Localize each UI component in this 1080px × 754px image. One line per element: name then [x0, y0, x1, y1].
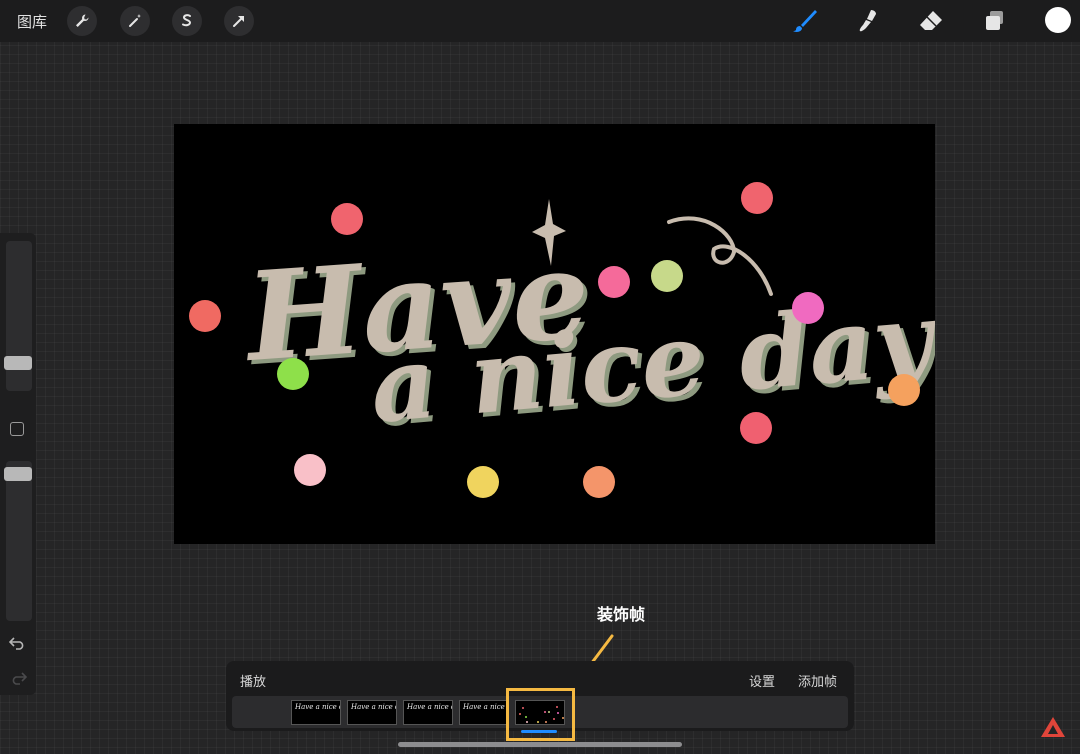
- frame-text: Have a nice day: [295, 703, 340, 711]
- selection-icon[interactable]: [172, 6, 202, 36]
- add-frame-button[interactable]: 添加帧: [798, 671, 837, 690]
- decoration-dot: [294, 454, 326, 486]
- home-indicator[interactable]: [398, 742, 682, 747]
- procreate-logo-icon: [1041, 717, 1065, 737]
- frame-thumbnail[interactable]: Have a nice day: [403, 700, 453, 725]
- eraser-icon[interactable]: [915, 6, 947, 36]
- flourish-icon: [667, 216, 773, 296]
- drawing-canvas[interactable]: Have Have a nice day a nice day: [174, 124, 935, 544]
- opacity-handle[interactable]: [4, 467, 32, 481]
- gallery-button[interactable]: 图库: [17, 11, 47, 32]
- color-picker[interactable]: [1045, 7, 1071, 33]
- decoration-dot: [740, 412, 772, 444]
- opacity-slider[interactable]: [6, 461, 32, 621]
- frame-thumbnail[interactable]: Have a nice day: [347, 700, 397, 725]
- play-button[interactable]: 播放: [240, 671, 266, 690]
- smudge-icon[interactable]: [852, 6, 884, 36]
- frame-text: Have a nice day: [463, 703, 508, 711]
- decoration-dot: [189, 300, 221, 332]
- decoration-dot: [583, 466, 615, 498]
- wrench-icon[interactable]: [67, 6, 97, 36]
- annotation-label: 装饰帧: [597, 607, 646, 624]
- frame-thumbnail[interactable]: Have a nice day: [459, 700, 509, 725]
- square-icon[interactable]: [10, 422, 24, 436]
- decoration-dot: [888, 374, 920, 406]
- lettering-artwork: Have Have a nice day a nice day: [239, 199, 935, 450]
- decoration-dot: [277, 358, 309, 390]
- redo-icon[interactable]: [9, 671, 27, 685]
- frame-text: Have a nice day: [407, 703, 452, 711]
- brush-size-handle[interactable]: [4, 356, 32, 370]
- decoration-dot: [741, 182, 773, 214]
- left-sidebar: [0, 233, 36, 695]
- decoration-dot: [792, 292, 824, 324]
- decoration-dot: [331, 203, 363, 235]
- layers-icon[interactable]: [978, 6, 1010, 36]
- transform-arrow-icon[interactable]: [224, 6, 254, 36]
- decoration-dot: [651, 260, 683, 292]
- annotation-highlight-box: [506, 688, 575, 741]
- brush-icon[interactable]: [789, 6, 821, 36]
- magic-wand-icon[interactable]: [120, 6, 150, 36]
- undo-icon[interactable]: [9, 636, 27, 650]
- decoration-dot: [467, 466, 499, 498]
- top-toolbar: 图库: [0, 0, 1080, 42]
- decoration-dot: [598, 266, 630, 298]
- frame-text: Have a nice day: [351, 703, 396, 711]
- settings-button[interactable]: 设置: [749, 671, 775, 690]
- frame-thumbnail[interactable]: Have a nice day: [291, 700, 341, 725]
